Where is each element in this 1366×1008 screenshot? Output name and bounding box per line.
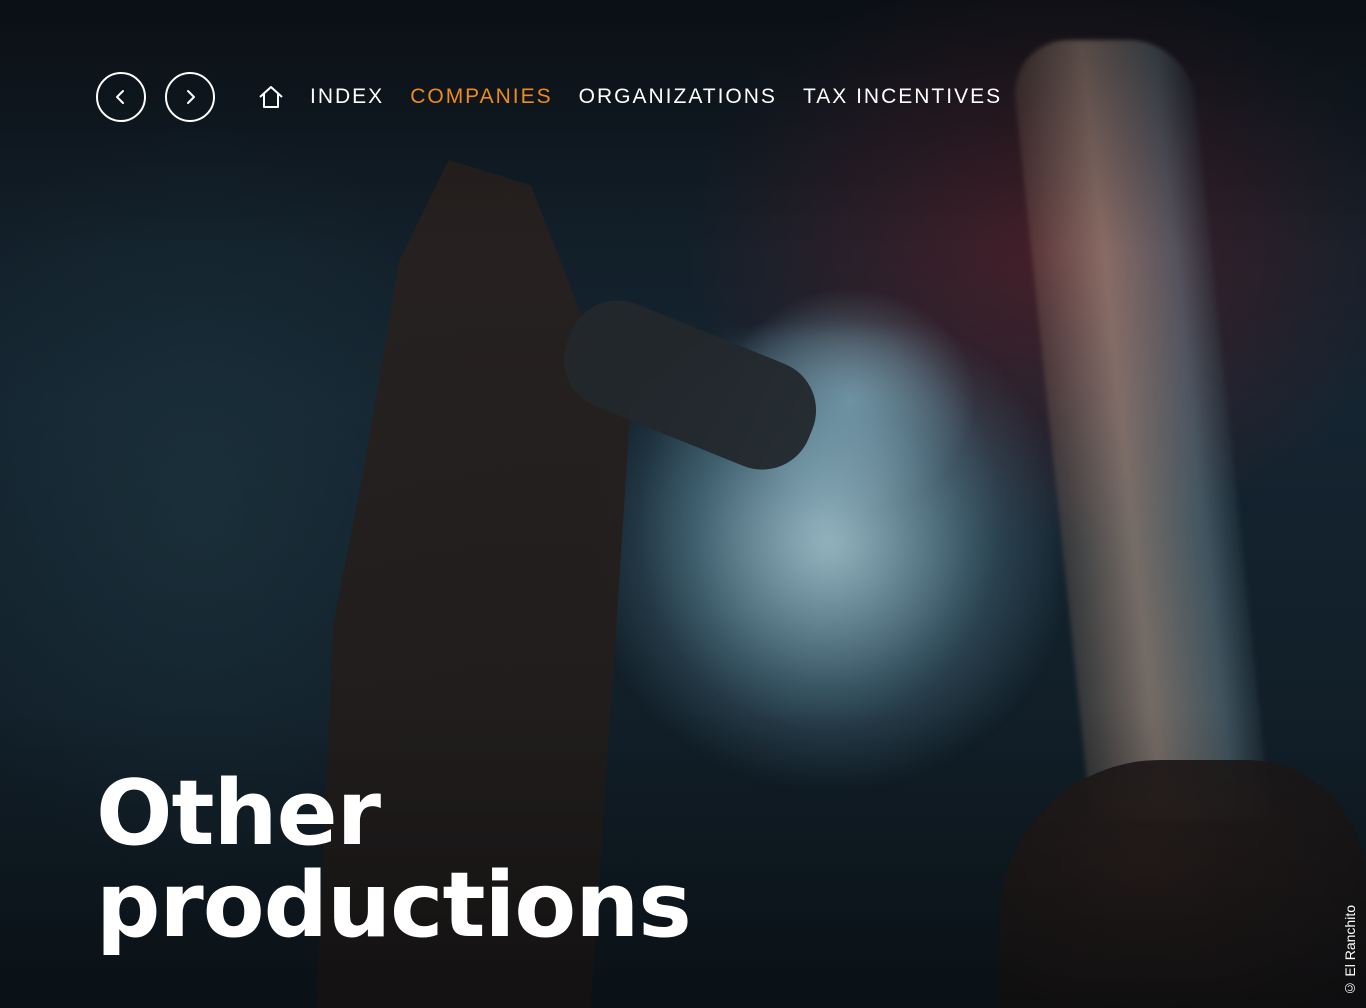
top-navigation: INDEX COMPANIES ORGANIZATIONS TAX INCENT…	[96, 72, 1028, 122]
home-button[interactable]	[258, 85, 284, 109]
back-button[interactable]	[96, 72, 146, 122]
nav-link-index[interactable]: INDEX	[310, 85, 384, 109]
chevron-right-icon	[187, 90, 195, 104]
image-credit: © El Ranchito	[1342, 904, 1358, 996]
page-title-line-1: Other	[96, 761, 381, 866]
nav-link-organizations[interactable]: ORGANIZATIONS	[579, 85, 777, 109]
page-title-line-2: productions	[96, 853, 692, 958]
nav-link-companies[interactable]: COMPANIES	[410, 85, 552, 109]
chevron-left-icon	[116, 90, 124, 104]
nav-link-tax-incentives[interactable]: TAX INCENTIVES	[803, 85, 1002, 109]
home-icon	[259, 86, 283, 108]
hero-section: INDEX COMPANIES ORGANIZATIONS TAX INCENT…	[0, 0, 1366, 1008]
page-title: Other productions	[96, 761, 692, 958]
forward-button[interactable]	[165, 72, 215, 122]
